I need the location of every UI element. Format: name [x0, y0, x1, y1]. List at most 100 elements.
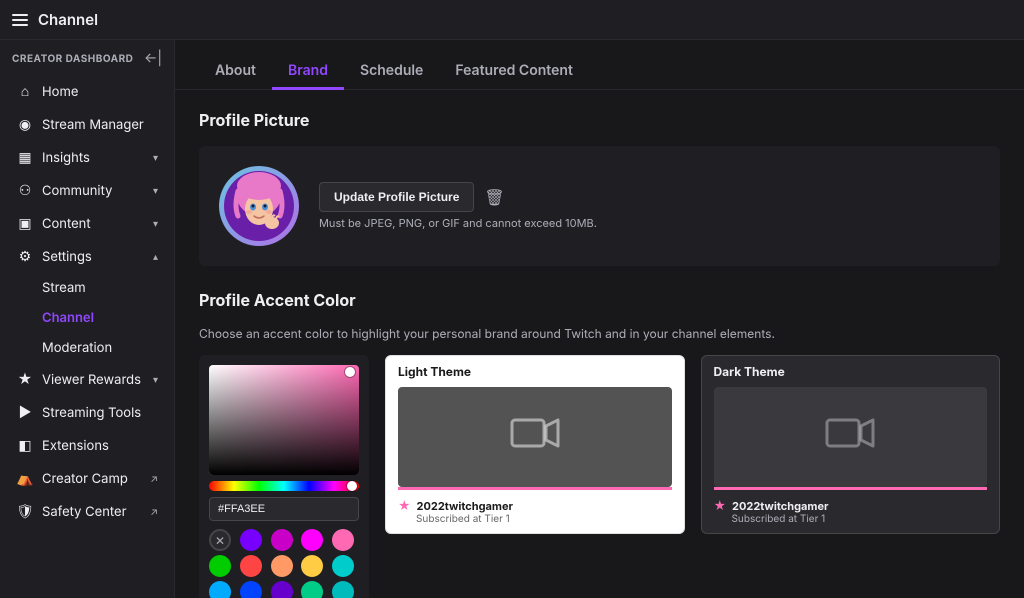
dark-theme-label: Dark Theme [702, 356, 1000, 387]
hex-input[interactable] [209, 497, 359, 521]
sidebar-sub-label: Channel [42, 310, 94, 326]
video-camera-icon [510, 412, 560, 463]
sidebar-sub-item-moderation[interactable]: Moderation [4, 333, 170, 363]
dark-theme-preview-bottom: ★ 2022twitchgamer Subscribed at Tier 1 [714, 487, 988, 533]
safety-center-icon: 🛡 [16, 503, 34, 520]
creator-camp-icon: ⛺ [16, 470, 34, 487]
settings-icon: ⚙ [16, 248, 34, 265]
sidebar-sub-label: Moderation [42, 340, 112, 356]
sidebar-item-label: Home [42, 84, 78, 100]
topbar-title: Channel [38, 10, 98, 29]
profile-picture-controls: Update Profile Picture 🗑 Must be JPEG, P… [319, 182, 597, 230]
sidebar-item-label: Safety Center [42, 504, 126, 520]
community-icon: ⚇ [16, 182, 34, 199]
sidebar-header: Creator Dashboard ←| [0, 40, 174, 75]
external-link-icon: ↗ [150, 473, 158, 485]
tab-about[interactable]: About [199, 54, 272, 90]
menu-icon[interactable] [12, 14, 28, 26]
sidebar-sub-item-stream[interactable]: Stream [4, 273, 170, 303]
sidebar-collapse-icon[interactable]: ←| [144, 50, 162, 67]
external-link-icon: ↗ [150, 506, 158, 518]
sidebar-item-stream-manager[interactable]: ◉ Stream Manager [4, 108, 170, 141]
home-icon: ⌂ [16, 83, 34, 100]
light-theme-video-preview [398, 387, 672, 487]
swatch-pink[interactable] [332, 529, 354, 551]
delete-profile-picture-icon[interactable]: 🗑 [484, 187, 504, 207]
chevron-down-icon: ▾ [153, 374, 158, 386]
sidebar-item-streaming-tools[interactable]: ▶ Streaming Tools [4, 396, 170, 429]
sidebar-item-label: Insights [42, 150, 90, 166]
avatar-image [224, 171, 294, 241]
viewer-rewards-icon: ★ [16, 371, 34, 388]
profile-picture-title: Profile Picture [199, 110, 1000, 130]
swatch-dark-pink[interactable] [271, 529, 293, 551]
dark-theme-username: 2022twitchgamer [732, 499, 828, 513]
accent-color-title: Profile Accent Color [199, 290, 1000, 310]
swatch-teal[interactable] [332, 555, 354, 577]
color-gradient-field[interactable] [209, 365, 359, 475]
streaming-tools-icon: ▶ [16, 404, 34, 421]
sidebar-item-label: Settings [42, 249, 92, 265]
profile-actions: Update Profile Picture 🗑 [319, 182, 597, 212]
gradient-picker-dot[interactable] [345, 367, 355, 377]
update-profile-picture-button[interactable]: Update Profile Picture [319, 182, 474, 212]
swatch-orange[interactable] [271, 555, 293, 577]
sidebar-item-content[interactable]: ▣ Content ▾ [4, 207, 170, 240]
light-theme-username: 2022twitchgamer [417, 499, 513, 513]
tab-schedule[interactable]: Schedule [344, 54, 439, 90]
sidebar-item-community[interactable]: ⚇ Community ▾ [4, 174, 170, 207]
star-icon: ★ [714, 498, 727, 513]
hue-bar-row [209, 481, 359, 491]
hue-thumb[interactable] [347, 481, 357, 491]
sidebar-item-safety-center[interactable]: 🛡 Safety Center ↗ [4, 495, 170, 528]
tab-brand[interactable]: Brand [272, 54, 344, 90]
sidebar-item-home[interactable]: ⌂ Home [4, 75, 170, 108]
sidebar-item-label: Viewer Rewards [42, 372, 141, 388]
sidebar-sub-item-channel[interactable]: Channel [4, 303, 170, 333]
sidebar-item-viewer-rewards[interactable]: ★ Viewer Rewards ▾ [4, 363, 170, 396]
sidebar-item-insights[interactable]: ▦ Insights ▾ [4, 141, 170, 174]
light-theme-preview-bottom: ★ 2022twitchgamer Subscribed at Tier 1 [398, 487, 672, 533]
avatar [219, 166, 299, 246]
swatch-mint[interactable] [301, 581, 323, 598]
swatch-indigo[interactable] [271, 581, 293, 598]
light-theme-label: Light Theme [386, 356, 684, 387]
swatch-purple[interactable] [240, 529, 262, 551]
dark-theme-user-row: ★ 2022twitchgamer [714, 498, 988, 513]
swatch-light-blue[interactable] [209, 581, 231, 598]
light-theme-user-row: ★ 2022twitchgamer [398, 498, 672, 513]
sidebar-item-label: Stream Manager [42, 117, 144, 133]
swatch-blue[interactable] [240, 581, 262, 598]
profile-picture-hint: Must be JPEG, PNG, or GIF and cannot exc… [319, 216, 597, 230]
sidebar-item-label: Extensions [42, 438, 109, 454]
profile-picture-row: Update Profile Picture 🗑 Must be JPEG, P… [199, 146, 1000, 266]
sidebar-item-label: Community [42, 183, 112, 199]
dark-theme-panel: Dark Theme ★ 2022twitchgamer [701, 355, 1001, 534]
sidebar-header-label: Creator Dashboard [12, 53, 133, 65]
color-panels: ✕ [199, 355, 1000, 598]
chevron-down-icon: ▾ [153, 218, 158, 230]
star-icon: ★ [398, 498, 411, 513]
insights-icon: ▦ [16, 149, 34, 166]
sidebar-item-settings[interactable]: ⚙ Settings ▴ [4, 240, 170, 273]
video-camera-icon [825, 412, 875, 463]
sidebar-sub-label: Stream [42, 280, 86, 296]
light-theme-panel: Light Theme ★ 2022twitchgamer [385, 355, 685, 534]
tab-featured-content[interactable]: Featured Content [439, 54, 589, 90]
accent-color-description: Choose an accent color to highlight your… [199, 326, 1000, 341]
swatch-clear[interactable]: ✕ [209, 529, 231, 551]
swatch-magenta[interactable] [301, 529, 323, 551]
swatch-yellow[interactable] [301, 555, 323, 577]
sidebar-item-creator-camp[interactable]: ⛺ Creator Camp ↗ [4, 462, 170, 495]
swatch-cyan[interactable] [332, 581, 354, 598]
main-layout: Creator Dashboard ←| ⌂ Home ◉ Stream Man… [0, 40, 1024, 598]
swatch-red[interactable] [240, 555, 262, 577]
sidebar-item-label: Creator Camp [42, 471, 128, 487]
chevron-up-icon: ▴ [153, 251, 158, 263]
color-picker: ✕ [199, 355, 369, 598]
sidebar-item-extensions[interactable]: ◧ Extensions [4, 429, 170, 462]
chevron-down-icon: ▾ [153, 185, 158, 197]
hue-bar[interactable] [209, 481, 359, 491]
swatch-green[interactable] [209, 555, 231, 577]
chevron-down-icon: ▾ [153, 152, 158, 164]
